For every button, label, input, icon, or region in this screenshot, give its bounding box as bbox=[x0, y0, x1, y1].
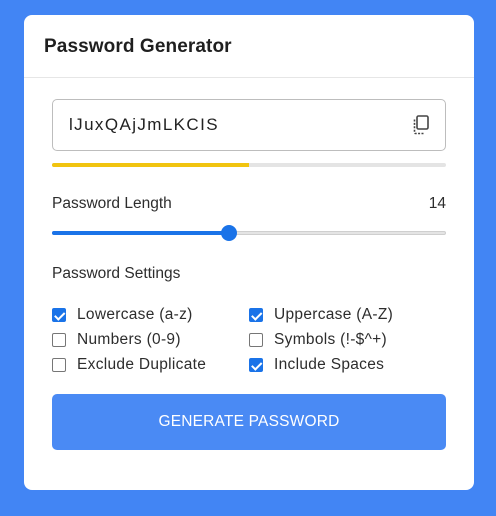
copy-icon[interactable] bbox=[411, 114, 431, 136]
setting-option[interactable]: Symbols (!-$^+) bbox=[249, 330, 446, 350]
slider-thumb[interactable] bbox=[221, 225, 238, 241]
checkbox-checked[interactable] bbox=[249, 308, 263, 322]
password-settings-options: Lowercase (a-z) Uppercase (A-Z) Numbers (0… bbox=[52, 305, 446, 375]
password-settings-title: Password Settings bbox=[52, 265, 181, 282]
setting-option-label: Uppercase (A-Z) bbox=[274, 306, 394, 323]
slider-fill bbox=[52, 231, 230, 235]
card-header: Password Generator bbox=[24, 15, 474, 78]
setting-option[interactable]: Numbers (0-9) bbox=[52, 330, 249, 350]
password-value[interactable]: lJuxQAjJmLKCIS bbox=[69, 115, 411, 135]
setting-option[interactable]: Lowercase (a-z) bbox=[52, 305, 249, 325]
checkbox-unchecked[interactable] bbox=[52, 333, 66, 347]
password-length-value: 14 bbox=[428, 195, 446, 212]
setting-option-label: Include Spaces bbox=[274, 356, 385, 373]
generate-password-button[interactable]: GENERATE PASSWORD bbox=[52, 394, 446, 450]
password-strength-bar bbox=[52, 163, 446, 167]
setting-option[interactable]: Uppercase (A-Z) bbox=[249, 305, 446, 325]
password-display[interactable]: lJuxQAjJmLKCIS bbox=[52, 99, 446, 151]
password-length-label: Password Length bbox=[52, 195, 172, 212]
setting-option-label: Numbers (0-9) bbox=[77, 331, 181, 348]
password-length-row: Password Length 14 bbox=[52, 195, 446, 213]
setting-option[interactable]: Exclude Duplicate bbox=[52, 355, 249, 375]
card-title: Password Generator bbox=[44, 36, 232, 57]
checkbox-unchecked[interactable] bbox=[249, 333, 263, 347]
password-length-slider[interactable] bbox=[52, 224, 446, 242]
checkbox-unchecked[interactable] bbox=[52, 358, 66, 372]
setting-option-label: Lowercase (a-z) bbox=[77, 306, 193, 323]
password-strength-fill bbox=[52, 163, 249, 167]
setting-option[interactable]: Include Spaces bbox=[249, 355, 446, 375]
setting-option-label: Symbols (!-$^+) bbox=[274, 331, 387, 348]
checkbox-checked[interactable] bbox=[249, 358, 263, 372]
checkbox-checked[interactable] bbox=[52, 308, 66, 322]
setting-option-label: Exclude Duplicate bbox=[77, 356, 207, 373]
password-generator-card: Password Generator lJuxQAjJmLKCIS Passwo… bbox=[24, 15, 474, 490]
